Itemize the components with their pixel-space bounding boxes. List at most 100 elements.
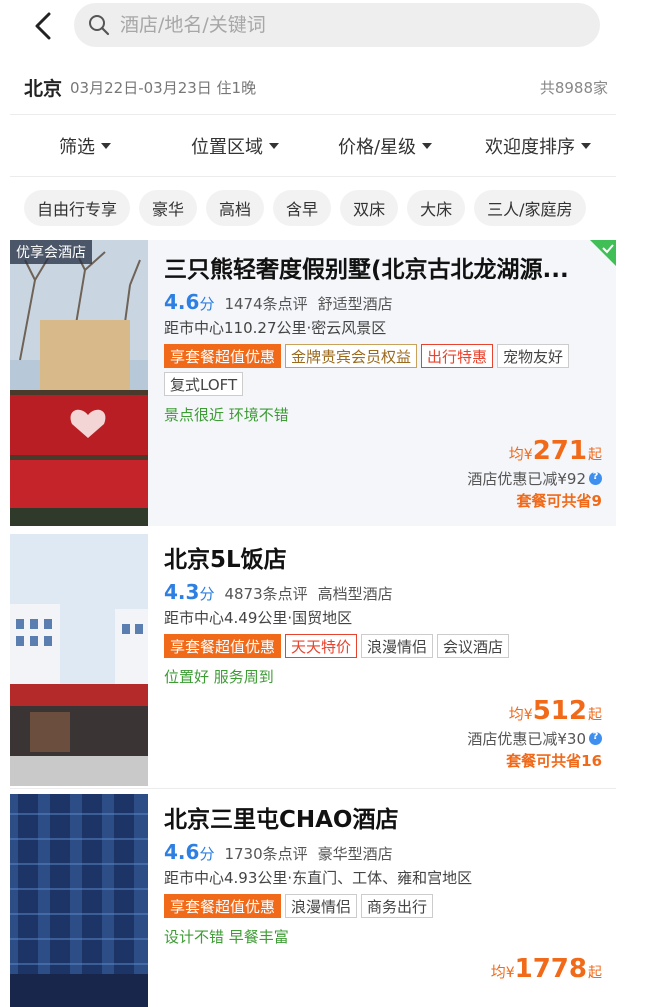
price-from-label: 起 [588,707,602,723]
score-unit: 分 [199,295,215,313]
review-count[interactable]: 1730条点评 [224,843,307,864]
filter-label: 筛选 [59,137,95,158]
hotel-discount: 酒店优惠已减¥92 [467,468,602,489]
hotel-score: 4.6 [164,290,200,314]
divider [10,114,616,115]
hotel-name[interactable]: 北京三里屯CHAO酒店 [164,804,606,836]
package-savings: 套餐可共省9 [516,492,602,510]
trip-info[interactable]: 北京 03月22日-03月23日 住1晚 共8988家 [24,70,608,104]
hotel-tags: 享套餐超值优惠 天天特价 浪漫情侣 会议酒店 [164,634,606,658]
filter-sort[interactable]: 欢迎度排序 [460,122,616,170]
hotel-highlights: 设计不错 早餐丰富 [164,928,289,946]
hotel-card[interactable]: 北京5L饭店 4.3 分 4873条点评 高档型酒店 距市中心4.49公里·国贸… [10,534,616,786]
package-savings: 套餐可共省16 [506,752,602,770]
hotel-highlights: 位置好 服务周到 [164,668,274,686]
hotel-discount: 酒店优惠已减¥30 [467,728,602,749]
hotel-photo [10,534,148,786]
quick-tag[interactable]: 双床 [340,190,399,226]
hotel-list-page: 北京 03月22日-03月23日 住1晚 共8988家 筛选 位置区域 价格/星… [0,0,650,1007]
filter-screen[interactable]: 筛选 [10,122,160,170]
hotel-highlights: 景点很近 环境不错 [164,406,289,424]
vip-hotel-badge: 优享会酒店 [10,240,92,264]
price-from-label: 起 [588,447,602,463]
hotel-photo [10,794,148,1007]
search-input[interactable] [120,14,560,36]
info-icon[interactable] [589,471,602,485]
currency-symbol: ¥ [523,707,533,723]
hotel-distance: 距市中心4.93公里·东直门、工体、雍和宫地区 [164,869,473,887]
hotel-distance: 距市中心110.27公里·密云风景区 [164,319,387,337]
discount-text: 酒店优惠已减¥30 [467,730,586,748]
filter-location[interactable]: 位置区域 [160,122,310,170]
hotel-tag: 浪漫情侣 [361,634,434,658]
quick-tag[interactable]: 含早 [273,190,332,226]
hotel-card[interactable]: 北京三里屯CHAO酒店 4.6 分 1730条点评 豪华型酒店 距市中心4.93… [10,794,616,1007]
quick-tag[interactable]: 三人/家庭房 [474,190,586,226]
hotel-price: 1778 [514,954,587,984]
hotel-tags: 享套餐超值优惠 浪漫情侣 商务出行 [164,894,606,918]
search-icon [89,15,110,36]
hotel-info: 三只熊轻奢度假别墅(北京古北龙湖源... 4.6 分 1474条点评 舒适型酒店… [164,254,606,425]
info-icon[interactable] [589,731,602,745]
search-bar[interactable] [74,3,600,47]
quick-tag[interactable]: 自由行专享 [24,190,131,226]
hotel-score: 4.6 [164,840,200,864]
filter-label: 欢迎度排序 [485,137,575,158]
rating-line: 4.6 分 1474条点评 舒适型酒店 [164,290,606,314]
avg-label: 均 [508,445,524,463]
back-arrow-icon [35,12,51,40]
price-line: 均 ¥ 271 起 [467,436,602,466]
caret-down-icon [101,143,111,149]
filter-price-star[interactable]: 价格/星级 [310,122,460,170]
hotel-tags: 享套餐超值优惠 金牌贵宾会员权益 出行特惠 宠物友好 复式LOFT [164,344,606,396]
hotel-price: 512 [532,696,587,726]
hotel-level: 豪华型酒店 [317,845,393,863]
rating-line: 4.3 分 4873条点评 高档型酒店 [164,580,606,604]
currency-symbol: ¥ [523,447,533,463]
hotel-card[interactable]: 优享会酒店 三只熊轻奢度假别墅(北京古北龙湖源... 4.6 分 1474条点评… [10,240,616,526]
price-line: 均 ¥ 512 起 [467,696,602,726]
score-unit: 分 [199,845,215,863]
hotel-tag: 天天特价 [285,634,358,658]
price-block: 均 ¥ 512 起 酒店优惠已减¥30 套餐可共省16 [467,696,602,771]
quick-tag[interactable]: 豪华 [139,190,198,226]
hotel-score: 4.3 [164,580,200,604]
hotel-level: 高档型酒店 [317,585,393,603]
hotel-distance: 距市中心4.49公里·国贸地区 [164,609,353,627]
back-button[interactable] [26,8,60,44]
review-count[interactable]: 4873条点评 [224,583,307,604]
divider [10,176,616,177]
hotel-tag: 享套餐超值优惠 [164,634,282,658]
hotel-level: 舒适型酒店 [317,295,393,313]
caret-down-icon [269,143,279,149]
filter-bar: 筛选 位置区域 价格/星级 欢迎度排序 [10,122,616,170]
price-block: 均 ¥ 271 起 酒店优惠已减¥92 套餐可共省9 [467,436,602,511]
price-line: 均 ¥ 1778 起 [491,954,602,984]
hotel-tag: 金牌贵宾会员权益 [285,344,418,368]
quick-tag[interactable]: 大床 [407,190,466,226]
hotel-tag: 享套餐超值优惠 [164,894,282,918]
hotel-count: 共8988家 [539,78,608,97]
top-bar [0,0,650,58]
filter-label: 价格/星级 [337,137,417,158]
hotel-name[interactable]: 北京5L饭店 [164,544,606,576]
rating-line: 4.6 分 1730条点评 豪华型酒店 [164,840,606,864]
hotel-tag: 出行特惠 [421,344,494,368]
hotel-tag: 享套餐超值优惠 [164,344,282,368]
hotel-name[interactable]: 三只熊轻奢度假别墅(北京古北龙湖源... [164,254,606,286]
caret-down-icon [422,143,433,149]
review-count[interactable]: 1474条点评 [224,293,307,314]
score-unit: 分 [199,585,215,603]
quick-tag[interactable]: 高档 [206,190,265,226]
hotel-tag: 宠物友好 [497,344,570,368]
hotel-tag: 复式LOFT [164,372,244,396]
discount-text: 酒店优惠已减¥92 [467,470,586,488]
hotel-info: 北京5L饭店 4.3 分 4873条点评 高档型酒店 距市中心4.49公里·国贸… [164,544,606,687]
stay-dates: 03月22日-03月23日 住1晚 [70,78,257,97]
hotel-tag: 浪漫情侣 [285,894,358,918]
avg-label: 均 [508,705,524,723]
hotel-price: 271 [532,436,587,466]
hotel-tag: 会议酒店 [437,634,510,658]
filter-label: 位置区域 [191,137,263,158]
city-name: 北京 [24,77,63,100]
